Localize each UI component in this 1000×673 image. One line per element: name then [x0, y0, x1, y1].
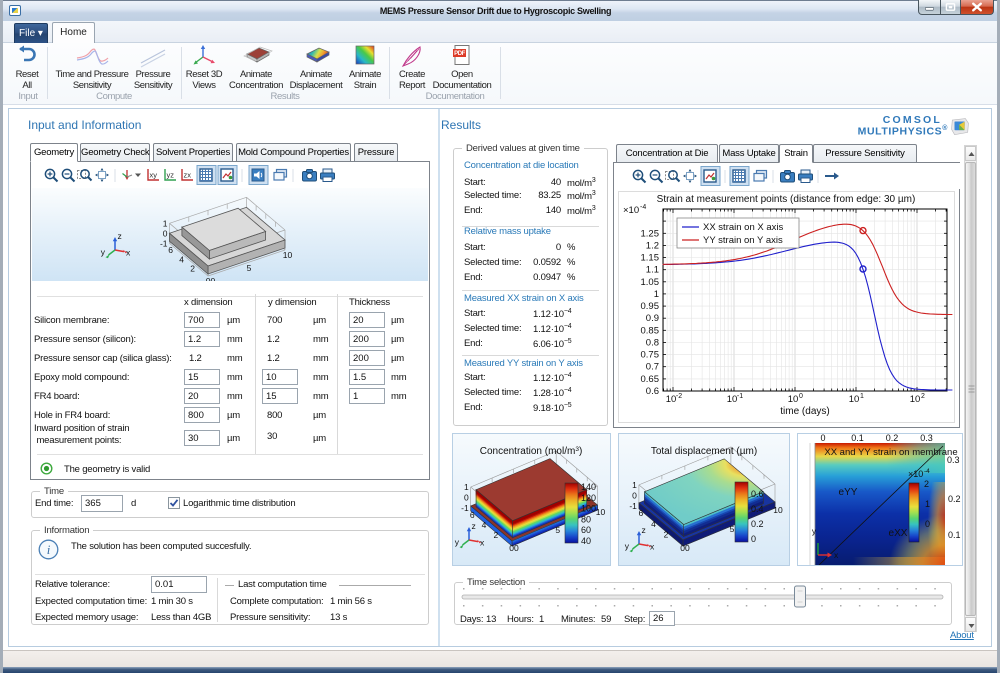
svg-text:10: 10 [849, 394, 860, 405]
svg-text:x: x [126, 248, 131, 258]
svg-text:00: 00 [509, 543, 519, 553]
svg-text:-2: -2 [676, 393, 682, 400]
svg-text:×10: ×10 [623, 205, 639, 216]
svg-text:1.2: 1.2 [646, 240, 659, 251]
svg-text:yz: yz [167, 171, 175, 180]
svg-text:10: 10 [283, 250, 293, 260]
svg-text:4: 4 [651, 519, 656, 529]
svg-text:z: z [472, 521, 476, 531]
svg-text:Concentration (mol/m3): Concentration (mol/m3) [480, 446, 583, 457]
svg-text:0: 0 [925, 519, 930, 529]
svg-text:40: 40 [581, 536, 591, 546]
svg-text:x: x [650, 542, 655, 552]
svg-text:0: 0 [632, 490, 637, 500]
svg-text:100: 100 [581, 504, 596, 514]
svg-text:-1: -1 [461, 503, 469, 513]
svg-text:1: 1 [464, 482, 469, 492]
svg-text:0.6: 0.6 [646, 386, 659, 397]
svg-text:y: y [625, 541, 630, 551]
svg-text:eXX: eXX [889, 528, 908, 539]
svg-text:×10: ×10 [908, 469, 923, 479]
svg-text:2: 2 [921, 393, 925, 400]
svg-text:XX and YY strain on membrane: XX and YY strain on membrane [824, 447, 957, 458]
svg-text:5: 5 [555, 525, 560, 535]
svg-text:10: 10 [596, 507, 606, 517]
svg-text:00: 00 [206, 276, 216, 281]
svg-text:1: 1 [860, 393, 864, 400]
svg-text:time (days): time (days) [780, 406, 829, 417]
svg-text:0.3: 0.3 [920, 434, 933, 443]
svg-text:YY strain on Y axis: YY strain on Y axis [703, 235, 783, 246]
svg-text:0.9: 0.9 [646, 313, 659, 324]
svg-text:0.3: 0.3 [947, 455, 960, 465]
svg-text:-1: -1 [737, 393, 743, 400]
svg-text:2: 2 [190, 264, 195, 274]
svg-text:0.8: 0.8 [646, 338, 659, 349]
svg-text:00: 00 [680, 543, 690, 553]
svg-text:1: 1 [654, 289, 659, 300]
svg-text:0.2: 0.2 [948, 494, 961, 504]
svg-text:0.1: 0.1 [948, 530, 961, 540]
svg-text:0.1: 0.1 [851, 434, 864, 443]
svg-text:4: 4 [179, 254, 184, 264]
svg-text:eYY: eYY [839, 487, 858, 498]
svg-text:0: 0 [751, 534, 756, 544]
svg-text:5: 5 [247, 263, 252, 273]
svg-text:XX strain on X axis: XX strain on X axis [703, 222, 784, 233]
svg-text:0.95: 0.95 [641, 301, 660, 312]
svg-text:0.7: 0.7 [646, 362, 659, 373]
svg-text:-1: -1 [160, 238, 168, 248]
svg-text:4: 4 [482, 520, 487, 530]
svg-text:xy: xy [150, 171, 158, 180]
svg-text:y: y [455, 537, 460, 547]
svg-text:1.1: 1.1 [646, 265, 659, 276]
svg-text:z: z [118, 231, 122, 241]
svg-text:10: 10 [666, 394, 677, 405]
svg-text:140: 140 [581, 482, 596, 492]
svg-text:120: 120 [581, 493, 596, 503]
svg-text:-4: -4 [640, 204, 646, 211]
svg-text:10: 10 [910, 394, 921, 405]
svg-text:0.4: 0.4 [751, 504, 764, 514]
svg-text:-1: -1 [629, 501, 637, 511]
svg-text:1.05: 1.05 [641, 277, 660, 288]
svg-text:2: 2 [493, 530, 498, 540]
svg-text:zx: zx [184, 171, 192, 180]
svg-text:1: 1 [163, 218, 168, 228]
svg-text:10: 10 [727, 394, 738, 405]
svg-text:60: 60 [581, 525, 591, 535]
svg-text:0.2: 0.2 [886, 434, 899, 443]
svg-text:0.2: 0.2 [751, 519, 764, 529]
svg-text:6: 6 [168, 245, 173, 255]
svg-text:0: 0 [163, 228, 168, 238]
svg-text:i: i [47, 542, 51, 557]
svg-text:Total displacement (µm): Total displacement (µm) [651, 446, 757, 457]
svg-text:1: 1 [925, 499, 930, 509]
svg-text:6: 6 [470, 510, 475, 520]
svg-text:x: x [480, 538, 485, 548]
svg-text:0: 0 [464, 493, 469, 503]
svg-text:2: 2 [664, 529, 669, 539]
svg-text:PDF: PDF [454, 51, 466, 57]
svg-text:0.85: 0.85 [641, 325, 660, 336]
svg-text:-4: -4 [924, 468, 930, 475]
svg-text:0.6: 0.6 [751, 489, 764, 499]
svg-text:1.15: 1.15 [641, 253, 660, 264]
svg-text:Strain at measurement points (: Strain at measurement points (distance f… [657, 194, 916, 205]
svg-text:0.75: 0.75 [641, 350, 660, 361]
svg-text:0.65: 0.65 [641, 374, 660, 385]
svg-text:0: 0 [799, 393, 803, 400]
svg-text:10: 10 [773, 505, 783, 515]
svg-text:2: 2 [924, 479, 929, 489]
svg-text:6: 6 [638, 508, 643, 518]
svg-text:1.25: 1.25 [641, 228, 660, 239]
svg-text:80: 80 [581, 514, 591, 524]
svg-text:5: 5 [730, 524, 735, 534]
svg-text:1: 1 [632, 480, 637, 490]
svg-text:z: z [642, 525, 646, 535]
svg-text:10: 10 [788, 394, 799, 405]
svg-text:y: y [101, 247, 106, 257]
svg-text:0: 0 [820, 434, 825, 443]
